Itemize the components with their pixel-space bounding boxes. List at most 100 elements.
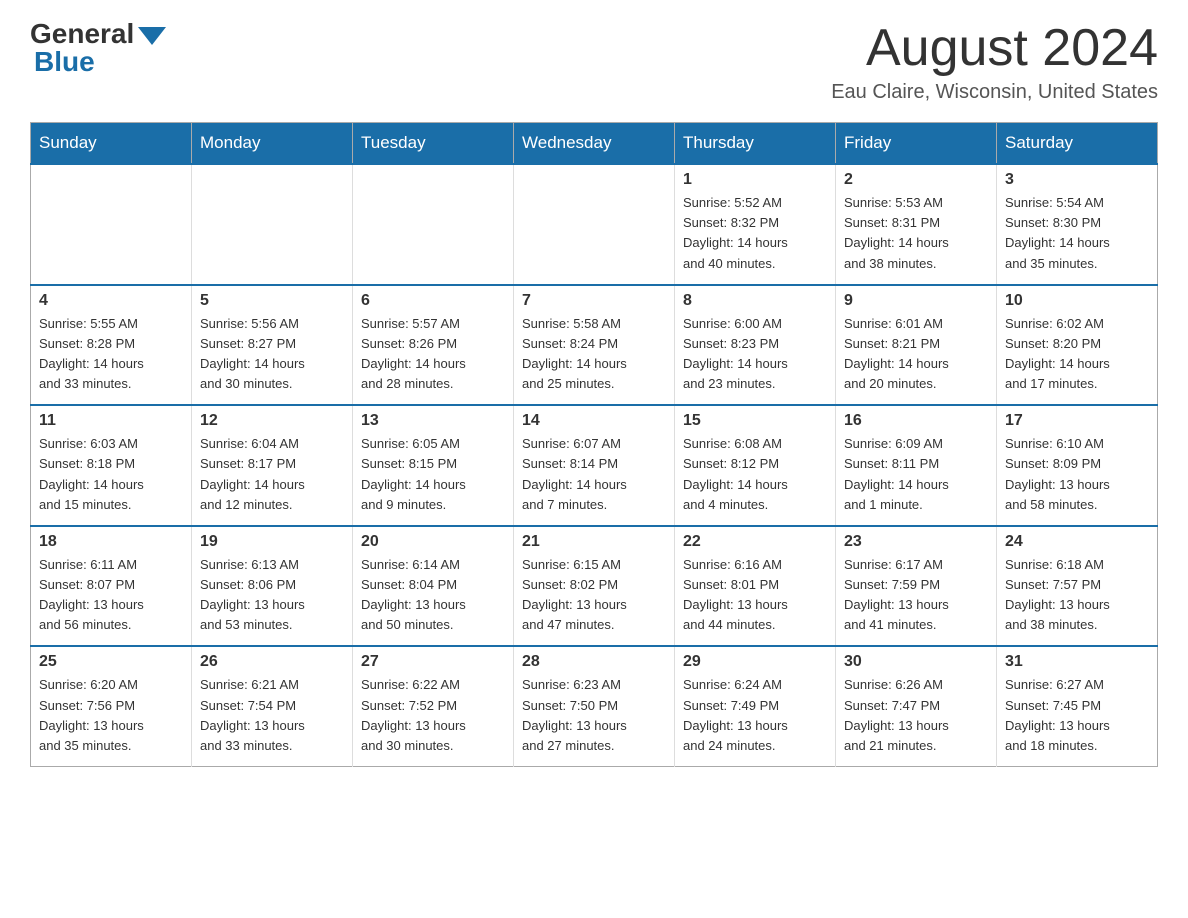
calendar-week-row: 18 Sunrise: 6:11 AMSunset: 8:07 PMDayligh… (31, 526, 1158, 647)
calendar-day-cell: 4 Sunrise: 5:55 AMSunset: 8:28 PMDaylight… (31, 285, 192, 406)
day-info-text: Sunrise: 6:20 AMSunset: 7:56 PMDaylight:… (39, 675, 183, 756)
day-info-text: Sunrise: 5:54 AMSunset: 8:30 PMDaylight:… (1005, 193, 1149, 274)
day-number: 19 (200, 533, 344, 551)
page-header: General Blue August 2024 Eau Claire, Wis… (30, 20, 1158, 104)
day-info-text: Sunrise: 5:58 AMSunset: 8:24 PMDaylight:… (522, 314, 666, 395)
day-info-text: Sunrise: 6:02 AMSunset: 8:20 PMDaylight:… (1005, 314, 1149, 395)
calendar-day-cell: 25 Sunrise: 6:20 AMSunset: 7:56 PMDayligh… (31, 646, 192, 766)
calendar-day-cell: 28Sunrise: 6:23 AMSunset: 7:50 PMDayligh… (514, 646, 675, 766)
day-info-text: Sunrise: 6:13 AMSunset: 8:06 PMDaylight:… (200, 555, 344, 636)
calendar-day-cell (31, 164, 192, 285)
day-number: 29 (683, 653, 827, 671)
calendar-day-cell: 1 Sunrise: 5:52 AMSunset: 8:32 PMDaylight… (675, 164, 836, 285)
day-info-text: Sunrise: 6:10 AMSunset: 8:09 PMDaylight:… (1005, 434, 1149, 515)
calendar-day-cell (514, 164, 675, 285)
day-number: 25 (39, 653, 183, 671)
calendar-day-cell: 29Sunrise: 6:24 AMSunset: 7:49 PMDayligh… (675, 646, 836, 766)
day-number: 17 (1005, 412, 1149, 430)
day-number: 6 (361, 292, 505, 310)
calendar-day-cell: 21 Sunrise: 6:15 AMSunset: 8:02 PMDayligh… (514, 526, 675, 647)
day-info-text: Sunrise: 6:01 AMSunset: 8:21 PMDaylight:… (844, 314, 988, 395)
day-number: 9 (844, 292, 988, 310)
day-number: 5 (200, 292, 344, 310)
day-number: 2 (844, 171, 988, 189)
day-info-text: Sunrise: 6:22 AMSunset: 7:52 PMDaylight:… (361, 675, 505, 756)
calendar-day-cell: 16 Sunrise: 6:09 AMSunset: 8:11 PMDayligh… (836, 405, 997, 526)
day-of-week-header: Monday (192, 123, 353, 165)
calendar-day-cell: 3 Sunrise: 5:54 AMSunset: 8:30 PMDaylight… (997, 164, 1158, 285)
day-number: 13 (361, 412, 505, 430)
calendar-day-cell: 22 Sunrise: 6:16 AMSunset: 8:01 PMDayligh… (675, 526, 836, 647)
day-number: 21 (522, 533, 666, 551)
logo-blue-text: Blue (34, 46, 95, 77)
day-info-text: Sunrise: 6:23 AMSunset: 7:50 PMDaylight:… (522, 675, 666, 756)
calendar-header-row: SundayMondayTuesdayWednesdayThursdayFrid… (31, 123, 1158, 165)
day-info-text: Sunrise: 5:57 AMSunset: 8:26 PMDaylight:… (361, 314, 505, 395)
calendar-day-cell: 24 Sunrise: 6:18 AMSunset: 7:57 PMDayligh… (997, 526, 1158, 647)
day-info-text: Sunrise: 5:53 AMSunset: 8:31 PMDaylight:… (844, 193, 988, 274)
calendar-day-cell: 15Sunrise: 6:08 AMSunset: 8:12 PMDayligh… (675, 405, 836, 526)
calendar-day-cell (353, 164, 514, 285)
day-number: 22 (683, 533, 827, 551)
day-of-week-header: Friday (836, 123, 997, 165)
calendar-day-cell (192, 164, 353, 285)
day-info-text: Sunrise: 6:11 AMSunset: 8:07 PMDaylight:… (39, 555, 183, 636)
day-of-week-header: Tuesday (353, 123, 514, 165)
logo-arrow-icon (138, 27, 166, 45)
day-info-text: Sunrise: 6:09 AMSunset: 8:11 PMDaylight:… (844, 434, 988, 515)
day-info-text: Sunrise: 6:05 AMSunset: 8:15 PMDaylight:… (361, 434, 505, 515)
calendar-day-cell: 5Sunrise: 5:56 AMSunset: 8:27 PMDaylight… (192, 285, 353, 406)
day-of-week-header: Wednesday (514, 123, 675, 165)
day-info-text: Sunrise: 6:14 AMSunset: 8:04 PMDaylight:… (361, 555, 505, 636)
calendar-day-cell: 31 Sunrise: 6:27 AMSunset: 7:45 PMDayligh… (997, 646, 1158, 766)
day-info-text: Sunrise: 6:07 AMSunset: 8:14 PMDaylight:… (522, 434, 666, 515)
day-info-text: Sunrise: 6:03 AMSunset: 8:18 PMDaylight:… (39, 434, 183, 515)
day-info-text: Sunrise: 5:52 AMSunset: 8:32 PMDaylight:… (683, 193, 827, 274)
location-text: Eau Claire, Wisconsin, United States (831, 81, 1158, 104)
day-info-text: Sunrise: 6:18 AMSunset: 7:57 PMDaylight:… (1005, 555, 1149, 636)
day-info-text: Sunrise: 5:55 AMSunset: 8:28 PMDaylight:… (39, 314, 183, 395)
logo: General Blue (30, 20, 166, 76)
calendar-day-cell: 19 Sunrise: 6:13 AMSunset: 8:06 PMDayligh… (192, 526, 353, 647)
calendar-day-cell: 13 Sunrise: 6:05 AMSunset: 8:15 PMDayligh… (353, 405, 514, 526)
day-number: 27 (361, 653, 505, 671)
day-info-text: Sunrise: 6:00 AMSunset: 8:23 PMDaylight:… (683, 314, 827, 395)
day-number: 20 (361, 533, 505, 551)
day-info-text: Sunrise: 6:15 AMSunset: 8:02 PMDaylight:… (522, 555, 666, 636)
month-title: August 2024 (831, 20, 1158, 77)
calendar-week-row: 11 Sunrise: 6:03 AMSunset: 8:18 PMDayligh… (31, 405, 1158, 526)
day-info-text: Sunrise: 6:04 AMSunset: 8:17 PMDaylight:… (200, 434, 344, 515)
calendar-day-cell: 8Sunrise: 6:00 AMSunset: 8:23 PMDaylight… (675, 285, 836, 406)
day-info-text: Sunrise: 6:17 AMSunset: 7:59 PMDaylight:… (844, 555, 988, 636)
day-of-week-header: Sunday (31, 123, 192, 165)
day-number: 26 (200, 653, 344, 671)
day-number: 4 (39, 292, 183, 310)
calendar-table: SundayMondayTuesdayWednesdayThursdayFrid… (30, 122, 1158, 767)
calendar-day-cell: 10Sunrise: 6:02 AMSunset: 8:20 PMDayligh… (997, 285, 1158, 406)
title-section: August 2024 Eau Claire, Wisconsin, Unite… (831, 20, 1158, 104)
day-number: 18 (39, 533, 183, 551)
calendar-day-cell: 2 Sunrise: 5:53 AMSunset: 8:31 PMDaylight… (836, 164, 997, 285)
day-number: 12 (200, 412, 344, 430)
calendar-day-cell: 30Sunrise: 6:26 AMSunset: 7:47 PMDayligh… (836, 646, 997, 766)
day-info-text: Sunrise: 6:27 AMSunset: 7:45 PMDaylight:… (1005, 675, 1149, 756)
day-number: 31 (1005, 653, 1149, 671)
day-number: 1 (683, 171, 827, 189)
calendar-day-cell: 6 Sunrise: 5:57 AMSunset: 8:26 PMDaylight… (353, 285, 514, 406)
calendar-week-row: 25 Sunrise: 6:20 AMSunset: 7:56 PMDayligh… (31, 646, 1158, 766)
calendar-week-row: 4 Sunrise: 5:55 AMSunset: 8:28 PMDaylight… (31, 285, 1158, 406)
calendar-day-cell: 14 Sunrise: 6:07 AMSunset: 8:14 PMDayligh… (514, 405, 675, 526)
logo-general-text: General (30, 20, 134, 48)
calendar-day-cell: 7Sunrise: 5:58 AMSunset: 8:24 PMDaylight… (514, 285, 675, 406)
day-info-text: Sunrise: 6:16 AMSunset: 8:01 PMDaylight:… (683, 555, 827, 636)
day-number: 11 (39, 412, 183, 430)
day-number: 14 (522, 412, 666, 430)
day-number: 16 (844, 412, 988, 430)
day-number: 23 (844, 533, 988, 551)
day-info-text: Sunrise: 6:26 AMSunset: 7:47 PMDaylight:… (844, 675, 988, 756)
day-number: 3 (1005, 171, 1149, 189)
calendar-day-cell: 9 Sunrise: 6:01 AMSunset: 8:21 PMDaylight… (836, 285, 997, 406)
calendar-day-cell: 23 Sunrise: 6:17 AMSunset: 7:59 PMDayligh… (836, 526, 997, 647)
day-number: 24 (1005, 533, 1149, 551)
calendar-day-cell: 27 Sunrise: 6:22 AMSunset: 7:52 PMDayligh… (353, 646, 514, 766)
